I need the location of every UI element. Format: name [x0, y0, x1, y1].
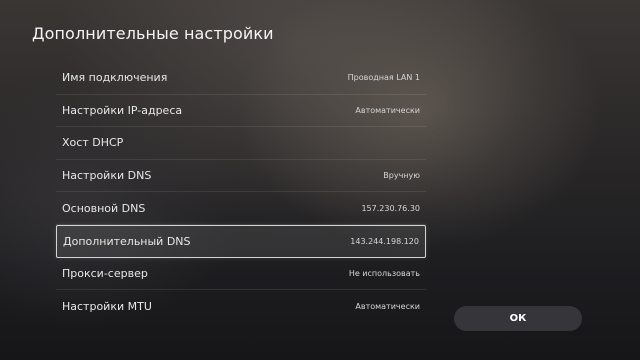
setting-row-mtu[interactable]: Настройки MTU Автоматически [56, 290, 426, 323]
setting-row-dns-settings[interactable]: Настройки DNS Вручную [56, 160, 426, 193]
setting-value: Вручную [383, 171, 420, 181]
setting-value: 157.230.76.30 [361, 203, 420, 213]
setting-value: Автоматически [355, 105, 420, 115]
setting-label: Имя подключения [62, 71, 168, 85]
settings-list: Имя подключения Проводная LAN 1 Настройк… [56, 62, 426, 323]
setting-value: Проводная LAN 1 [347, 73, 420, 83]
setting-value: 143.244.198.120 [350, 236, 419, 246]
setting-row-dhcp-host[interactable]: Хост DHCP [56, 127, 426, 160]
setting-row-connection-name[interactable]: Имя подключения Проводная LAN 1 [56, 62, 426, 95]
setting-label: Настройки DNS [62, 169, 152, 183]
setting-value: Автоматически [355, 301, 420, 311]
setting-row-ip-address[interactable]: Настройки IP-адреса Автоматически [56, 95, 426, 128]
page-title: Дополнительные настройки [32, 24, 274, 43]
setting-label: Дополнительный DNS [63, 234, 191, 248]
setting-row-secondary-dns[interactable]: Дополнительный DNS 143.244.198.120 [56, 224, 426, 258]
setting-value: Не использовать [348, 268, 420, 278]
setting-label: Настройки IP-адреса [62, 103, 183, 117]
setting-label: Настройки MTU [62, 299, 152, 313]
setting-row-proxy-server[interactable]: Прокси-сервер Не использовать [56, 258, 426, 291]
setting-label: Основной DNS [62, 201, 146, 215]
setting-label: Хост DHCP [62, 136, 124, 150]
setting-row-primary-dns[interactable]: Основной DNS 157.230.76.30 [56, 192, 426, 225]
setting-label: Прокси-сервер [62, 266, 148, 280]
ok-button[interactable]: ОК [454, 306, 582, 331]
